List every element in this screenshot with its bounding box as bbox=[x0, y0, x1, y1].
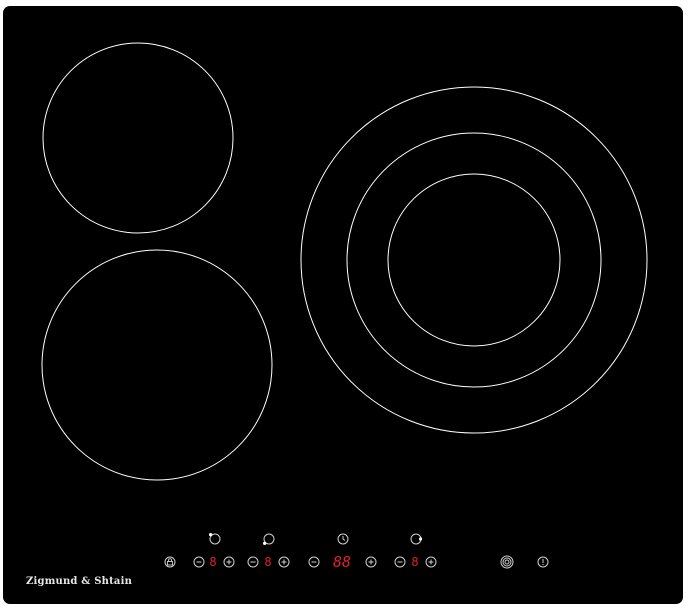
power-icon[interactable] bbox=[537, 556, 549, 568]
timer-clock-icon[interactable] bbox=[337, 533, 349, 545]
cooking-zone-front-left bbox=[41, 249, 273, 481]
booster-icon[interactable] bbox=[500, 555, 514, 569]
cooking-zone-right-middle-ring bbox=[346, 132, 602, 388]
zone-2-plus-button[interactable] bbox=[278, 556, 290, 568]
zone-2-power-display: 8 bbox=[264, 555, 272, 569]
zone-1-minus-button[interactable] bbox=[193, 556, 205, 568]
zone-select-front-left-icon[interactable] bbox=[263, 533, 275, 545]
zone-3-plus-button[interactable] bbox=[425, 556, 437, 568]
zone-1-plus-button[interactable] bbox=[223, 556, 235, 568]
cooking-zones bbox=[41, 42, 648, 481]
zone-select-rear-left-icon[interactable] bbox=[209, 533, 221, 545]
lock-icon[interactable] bbox=[164, 556, 176, 568]
timer-display: 88 bbox=[332, 552, 352, 571]
cooking-zone-right-inner-ring bbox=[387, 173, 561, 347]
timer-minus-button[interactable] bbox=[308, 556, 320, 568]
zone-2-minus-button[interactable] bbox=[247, 556, 259, 568]
timer-plus-button[interactable] bbox=[365, 556, 377, 568]
zone-3-power-display: 8 bbox=[411, 555, 419, 569]
cooking-zone-right-outer-ring bbox=[300, 86, 648, 434]
cooktop-surface: 8 8 88 8 Zigmund & Shtain bbox=[3, 6, 683, 604]
brand-logo: Zigmund & Shtain bbox=[26, 576, 133, 587]
zone-select-right-icon[interactable] bbox=[410, 533, 422, 545]
zone-1-power-display: 8 bbox=[209, 555, 217, 569]
zone-3-minus-button[interactable] bbox=[394, 556, 406, 568]
cooking-zone-rear-left bbox=[42, 42, 234, 234]
